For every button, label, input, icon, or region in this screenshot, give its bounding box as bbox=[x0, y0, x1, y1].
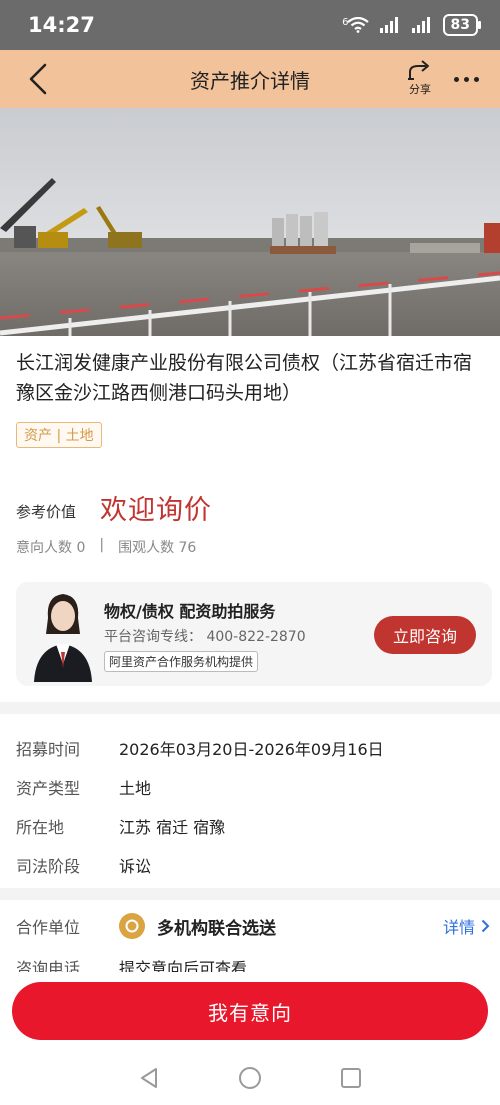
info-key: 资产类型 bbox=[16, 778, 81, 798]
view-count: 围观人数 76 bbox=[118, 540, 197, 556]
more-dot-icon bbox=[473, 76, 479, 82]
service-hotline[interactable]: 平台咨询专线： 400-822-2870 bbox=[104, 626, 306, 646]
chevron-right-icon bbox=[481, 919, 490, 933]
more-dot-icon bbox=[463, 76, 469, 82]
back-button[interactable] bbox=[18, 58, 58, 100]
status-bar: 14:27 6 83 bbox=[0, 0, 500, 50]
wifi-icon: 6 bbox=[342, 17, 369, 33]
back-triangle-icon[interactable] bbox=[138, 1067, 160, 1089]
recents-square-icon[interactable] bbox=[340, 1067, 362, 1089]
coop-key: 合作单位 bbox=[16, 918, 81, 937]
price-label: 参考价值 bbox=[16, 503, 77, 521]
price-value: 欢迎询价 bbox=[100, 495, 213, 526]
signal-icon-2 bbox=[411, 17, 430, 33]
stats-separator: | bbox=[99, 537, 105, 553]
signal-icon bbox=[379, 17, 398, 33]
status-time: 14:27 bbox=[28, 13, 95, 37]
battery-icon: 83 bbox=[442, 14, 482, 36]
system-nav-bar bbox=[0, 1050, 500, 1105]
more-button[interactable] bbox=[448, 62, 484, 96]
more-dot-icon bbox=[453, 76, 459, 82]
nav-bar: 资产推介详情 分享 bbox=[0, 50, 500, 108]
port-scene-image bbox=[0, 108, 500, 336]
info-key: 所在地 bbox=[16, 817, 65, 837]
chevron-left-icon bbox=[29, 63, 47, 95]
service-card[interactable]: 物权/债权 配资助拍服务 平台咨询专线： 400-822-2870 阿里资产合作… bbox=[16, 582, 492, 686]
section-divider bbox=[0, 888, 500, 900]
info-value: 诉讼 bbox=[119, 856, 152, 876]
consult-now-button[interactable]: 立即咨询 bbox=[374, 616, 476, 654]
service-title: 物权/债权 配资助拍服务 bbox=[104, 602, 276, 621]
section-divider bbox=[0, 702, 500, 714]
interest-count: 意向人数 0 bbox=[16, 540, 86, 556]
org-coin-icon bbox=[119, 913, 145, 939]
asset-tag: 资产 | 土地 bbox=[16, 422, 102, 448]
share-label: 分享 bbox=[409, 83, 431, 96]
asset-info-list: 招募时间 2026年03月20日-2026年09月16日 资产类型 土地 所在地… bbox=[16, 728, 486, 884]
info-value: 江苏 宿迁 宿豫 bbox=[119, 817, 226, 837]
coop-row: 合作单位 多机构联合选送 详情 bbox=[16, 906, 490, 946]
intent-button[interactable]: 我有意向 bbox=[12, 982, 488, 1040]
info-row-asset-type: 资产类型 土地 bbox=[16, 767, 486, 806]
home-circle-icon[interactable] bbox=[238, 1066, 262, 1090]
asset-photo[interactable] bbox=[0, 108, 500, 336]
info-row-location: 所在地 江苏 宿迁 宿豫 bbox=[16, 806, 486, 845]
info-value: 土地 bbox=[119, 778, 152, 798]
status-icons: 6 83 bbox=[342, 14, 482, 36]
info-key: 司法阶段 bbox=[16, 856, 81, 876]
info-value: 2026年03月20日-2026年09月16日 bbox=[119, 739, 384, 759]
coop-value: 多机构联合选送 bbox=[157, 918, 276, 939]
info-row-recruit-time: 招募时间 2026年03月20日-2026年09月16日 bbox=[16, 728, 486, 767]
service-provider-badge: 阿里资产合作服务机构提供 bbox=[104, 651, 259, 672]
info-key: 招募时间 bbox=[16, 739, 81, 759]
coop-detail-link[interactable]: 详情 bbox=[443, 914, 490, 938]
info-row-judicial-stage: 司法阶段 诉讼 bbox=[16, 845, 486, 884]
stats-row: 意向人数 0 | 围观人数 76 bbox=[16, 537, 196, 557]
price-row: 参考价值 欢迎询价 bbox=[16, 488, 212, 527]
asset-title-block: 长江润发健康产业股份有限公司债权（江苏省宿迁市宿豫区金沙江路西侧港口码头用地） … bbox=[16, 348, 486, 448]
coop-detail-label: 详情 bbox=[442, 918, 475, 937]
consultant-avatar bbox=[34, 594, 92, 682]
share-button[interactable]: 分享 bbox=[404, 58, 436, 102]
asset-title: 长江润发健康产业股份有限公司债权（江苏省宿迁市宿豫区金沙江路西侧港口码头用地） bbox=[16, 352, 473, 404]
share-icon bbox=[408, 60, 429, 80]
